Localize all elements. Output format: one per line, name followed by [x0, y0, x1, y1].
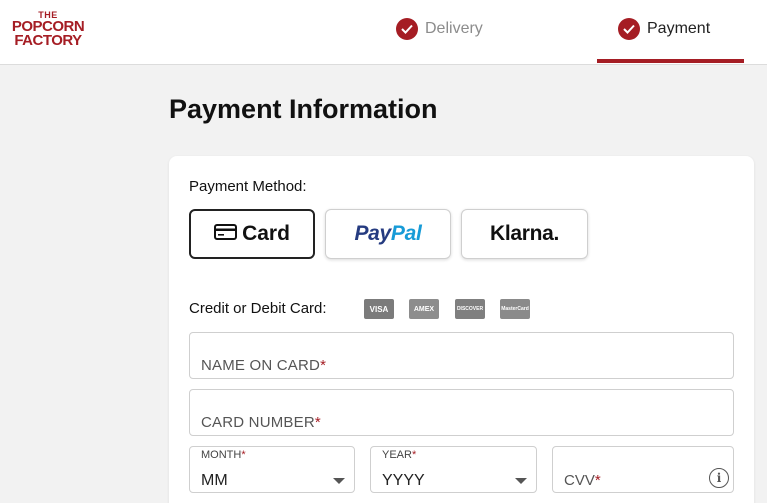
required-marker: *	[594, 472, 601, 489]
payment-method-label: Payment Method:	[189, 178, 307, 195]
month-value: MM	[201, 472, 228, 489]
cvv-placeholder-text: CVV	[564, 472, 595, 489]
card-method-button[interactable]: Card	[189, 209, 315, 259]
popcorn-factory-logo[interactable]: THE POPCORN FACTORY	[8, 11, 88, 48]
month-select[interactable]: MONTH* MM	[189, 446, 355, 493]
page-title: Payment Information	[169, 94, 438, 124]
check-circle-icon	[618, 18, 640, 40]
cvv-placeholder: CVV*	[564, 472, 601, 489]
name-on-card-placeholder-text: NAME ON CARD	[201, 357, 321, 374]
info-icon[interactable]: i	[709, 468, 729, 488]
year-label-text: YEAR	[382, 449, 412, 461]
step-delivery[interactable]: Delivery	[396, 17, 483, 41]
paypal-pal-text: Pal	[390, 222, 422, 245]
year-label: YEAR*	[382, 449, 416, 461]
logo-line-3: FACTORY	[14, 31, 82, 49]
paypal-method-button[interactable]: PayPal	[325, 209, 451, 259]
required-marker: *	[314, 414, 321, 431]
paypal-logo: PayPal	[354, 222, 421, 246]
card-method-label: Card	[242, 222, 290, 245]
header: THE POPCORN FACTORY Delivery Payment	[0, 0, 767, 65]
credit-debit-label: Credit or Debit Card:	[189, 300, 327, 317]
amex-icon: AMEX	[409, 299, 439, 319]
paypal-pay-text: Pay	[354, 222, 391, 245]
name-on-card-field[interactable]: NAME ON CARD*	[189, 332, 734, 379]
card-number-placeholder: CARD NUMBER*	[201, 414, 321, 431]
name-on-card-placeholder: NAME ON CARD*	[201, 357, 326, 374]
step-payment-label: Payment	[647, 20, 711, 37]
step-payment: Payment	[618, 17, 710, 41]
required-marker: *	[320, 357, 327, 374]
discover-icon: DISCOVER	[455, 299, 485, 319]
month-label-text: MONTH	[201, 449, 242, 461]
cvv-field[interactable]: CVV* i	[552, 446, 734, 493]
check-circle-icon	[396, 18, 418, 40]
card-number-field[interactable]: CARD NUMBER*	[189, 389, 734, 436]
step-delivery-label: Delivery	[425, 20, 483, 37]
month-label: MONTH*	[201, 449, 246, 461]
chevron-down-icon	[333, 478, 345, 484]
klarna-logo: Klarna.	[489, 222, 560, 245]
active-step-underline	[597, 59, 744, 63]
required-marker: *	[411, 449, 417, 461]
card-number-placeholder-text: CARD NUMBER	[201, 414, 315, 431]
credit-card-icon	[214, 223, 238, 245]
chevron-down-icon	[515, 478, 527, 484]
required-marker: *	[241, 449, 246, 461]
year-select[interactable]: YEAR* YYYY	[370, 446, 537, 493]
year-value: YYYY	[382, 472, 425, 489]
mastercard-icon: MasterCard	[500, 299, 530, 319]
klarna-method-button[interactable]: Klarna.	[461, 209, 588, 259]
visa-icon: VISA	[364, 299, 394, 319]
